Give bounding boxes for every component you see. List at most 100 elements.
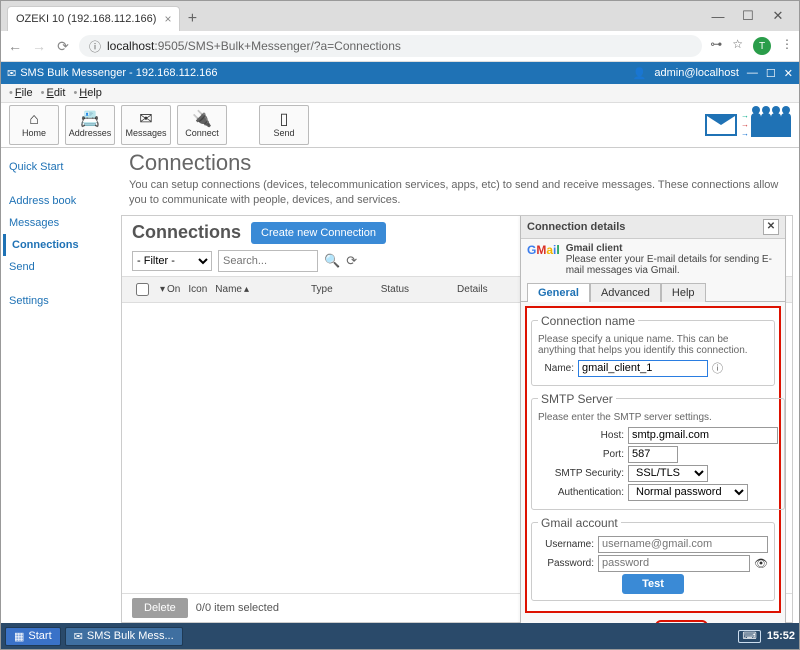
password-label: Password: — [538, 558, 594, 569]
user-label[interactable]: admin@localhost — [654, 67, 739, 79]
start-button[interactable]: ▦ Start — [5, 627, 61, 646]
col-icon[interactable]: Icon — [188, 284, 207, 295]
phone-icon: ▯ — [280, 112, 289, 128]
select-all-checkbox[interactable] — [136, 283, 149, 296]
home-icon: ⌂ — [29, 112, 39, 128]
col-type[interactable]: Type — [311, 284, 333, 295]
menu-help[interactable]: Help — [79, 87, 102, 99]
maximize-icon[interactable]: ☐ — [733, 1, 763, 31]
help-icon[interactable]: ⓘ — [712, 360, 723, 376]
filter-select[interactable]: - Filter - — [132, 251, 212, 271]
username-label: Username: — [538, 539, 594, 550]
search-icon[interactable]: 🔍 — [324, 253, 340, 269]
app-envelope-icon: ✉ — [7, 67, 16, 80]
user-icon: 👤 — [633, 67, 647, 80]
new-tab-button[interactable]: + — [180, 7, 204, 31]
connections-heading: Connections — [132, 222, 241, 243]
url-path: :9505/SMS+Bulk+Messenger/?a=Connections — [154, 39, 401, 53]
app-titlebar: ✉SMS Bulk Messenger - 192.168.112.166 👤 … — [1, 62, 799, 84]
menu-icon[interactable]: ⋮ — [781, 37, 793, 55]
host-input[interactable] — [628, 427, 778, 444]
back-icon[interactable]: ← — [7, 38, 23, 54]
close-icon[interactable]: × — [164, 12, 171, 26]
panel-close-icon[interactable]: ✕ — [763, 219, 779, 235]
menu-edit[interactable]: Edit — [46, 87, 65, 99]
star-icon[interactable]: ☆ — [732, 37, 743, 55]
col-status[interactable]: Status — [381, 284, 409, 295]
tab-general[interactable]: General — [527, 283, 590, 302]
app-minimize-icon[interactable]: — — [747, 67, 758, 79]
delete-button[interactable]: Delete — [132, 598, 188, 618]
sidebar-item-messages[interactable]: Messages — [3, 212, 113, 234]
menu-file[interactable]: FFileile — [15, 87, 33, 99]
create-connection-button[interactable]: Create new Connection — [251, 222, 386, 244]
tab-help[interactable]: Help — [661, 283, 706, 302]
browser-tabbar: OZEKI 10 (192.168.112.166) × + — ☐ ✕ — [1, 1, 799, 31]
toolbar-connect-button[interactable]: 🔌Connect — [177, 105, 227, 145]
details-tabs: General Advanced Help — [521, 282, 785, 302]
browser-tab[interactable]: OZEKI 10 (192.168.112.166) × — [7, 6, 180, 31]
connections-panel: Connections Create new Connection - Filt… — [121, 215, 793, 623]
sidebar-item-connections[interactable]: Connections — [3, 234, 113, 256]
legend-conn-name: Connection name — [538, 314, 638, 328]
toolbar-home-button[interactable]: ⌂Home — [9, 105, 59, 145]
col-name[interactable]: Name▴ — [215, 284, 249, 295]
legend-gmail: Gmail account — [538, 516, 621, 530]
fieldset-connection-name: Connection name Please specify a unique … — [531, 314, 775, 386]
sidebar-item-addressbook[interactable]: Address book — [3, 190, 113, 212]
envelope-icon: ✉ — [139, 112, 152, 128]
test-button[interactable]: Test — [622, 574, 684, 594]
menubar: •FFileile •Edit •Help — [1, 84, 799, 103]
page-description: You can setup connections (devices, tele… — [115, 176, 799, 215]
taskbar: ▦ Start ✉ SMS Bulk Mess... ⌨ 15:52 — [1, 623, 799, 649]
toolbar-addresses-button[interactable]: 📇Addresses — [65, 105, 115, 145]
eye-icon[interactable]: 👁 — [754, 557, 768, 570]
col-details[interactable]: Details — [457, 284, 488, 295]
minimize-icon[interactable]: — — [703, 1, 733, 31]
security-label: SMTP Security: — [538, 468, 624, 479]
auth-select[interactable]: Normal password — [628, 484, 748, 501]
sidebar-item-settings[interactable]: Settings — [3, 290, 113, 312]
connection-details-panel: Connection details ✕ GMail Gmail client … — [520, 216, 786, 623]
forward-icon: → — [31, 38, 47, 54]
app-close-icon[interactable]: ✕ — [784, 67, 793, 80]
port-input[interactable] — [628, 446, 678, 463]
plug-icon: 🔌 — [192, 112, 212, 128]
app-maximize-icon[interactable]: ☐ — [766, 67, 776, 80]
address-bar[interactable]: ⓘ localhost:9505/SMS+Bulk+Messenger/?a=C… — [79, 35, 702, 57]
password-input[interactable] — [598, 555, 750, 572]
col-on[interactable]: ▾ On — [160, 284, 180, 295]
toolbar: ⌂Home 📇Addresses ✉Messages 🔌Connect ▯Sen… — [1, 103, 799, 148]
profile-avatar[interactable]: T — [753, 37, 771, 55]
app-title: SMS Bulk Messenger - 192.168.112.166 — [20, 67, 217, 79]
sidebar-item-quickstart[interactable]: Quick Start — [3, 156, 113, 178]
clock: 15:52 — [767, 630, 795, 642]
reload-icon[interactable]: ⟳ — [55, 38, 71, 55]
name-input[interactable] — [578, 360, 708, 377]
client-title: Gmail client — [566, 243, 779, 254]
toolbar-messages-button[interactable]: ✉Messages — [121, 105, 171, 145]
sidebar-item-send[interactable]: Send — [3, 256, 113, 278]
page-title: Connections — [115, 150, 799, 176]
keyboard-icon[interactable]: ⌨ — [738, 630, 760, 643]
details-title: Connection details — [527, 221, 625, 233]
info-icon[interactable]: ⓘ — [89, 38, 101, 55]
close-window-icon[interactable]: ✕ — [763, 1, 793, 31]
selection-count: 0/0 item selected — [196, 602, 279, 614]
client-desc: Please enter your E-mail details for sen… — [566, 254, 779, 276]
security-select[interactable]: SSL/TLS — [628, 465, 708, 482]
browser-urlbar: ← → ⟳ ⓘ localhost:9505/SMS+Bulk+Messenge… — [1, 31, 799, 62]
tab-advanced[interactable]: Advanced — [590, 283, 661, 302]
taskbar-app-button[interactable]: ✉ SMS Bulk Mess... — [65, 627, 183, 646]
name-label: Name: — [538, 363, 574, 374]
port-label: Port: — [538, 449, 624, 460]
toolbar-send-button[interactable]: ▯Send — [259, 105, 309, 145]
key-icon[interactable]: ⊶ — [710, 37, 722, 55]
username-input[interactable] — [598, 536, 768, 553]
gmail-logo-icon: GMail — [527, 243, 560, 257]
search-input[interactable] — [218, 250, 318, 272]
form-highlight-box: Connection name Please specify a unique … — [525, 306, 781, 613]
side-nav: Quick Start Address book Messages Connec… — [1, 148, 115, 623]
host-label: Host: — [538, 430, 624, 441]
refresh-icon[interactable]: ⟳ — [346, 253, 357, 269]
